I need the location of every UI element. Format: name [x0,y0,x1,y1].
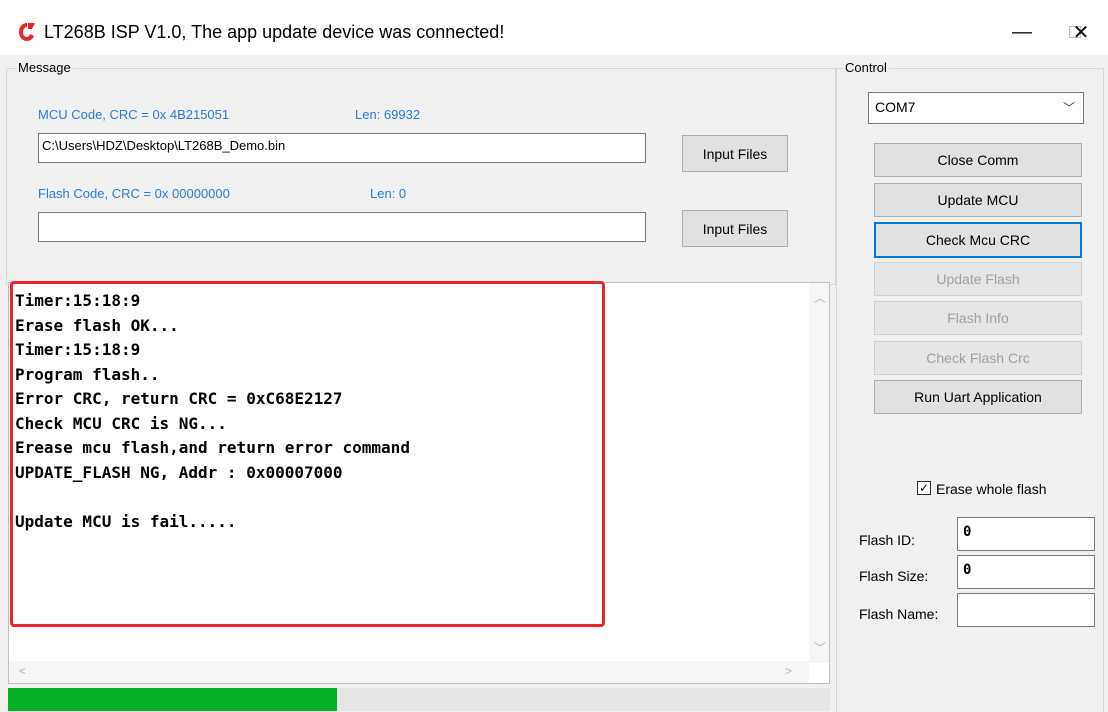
flash-name-label: Flash Name: [859,606,939,622]
scroll-down-icon[interactable]: ﹀ [814,639,826,656]
close-button[interactable]: ✕ [1058,14,1104,50]
flash-size-field[interactable]: 0 [957,555,1095,589]
mcu-file-path-input[interactable]: C:\Users\HDZ\Desktop\LT268B_Demo.bin [38,133,646,163]
window-title: LT268B ISP V1.0, The app update device w… [44,22,505,42]
erase-whole-flash-checkbox[interactable]: ✓ [917,481,931,495]
mcu-crc-label: MCU Code, CRC = 0x 4B215051 [38,107,230,122]
check-flash-crc-button[interactable]: Check Flash Crc [874,341,1082,375]
flash-name-field[interactable] [957,593,1095,627]
check-mcu-crc-button[interactable]: Check Mcu CRC [874,222,1082,258]
app-logo-icon [19,23,35,41]
flash-crc-label: Flash Code, CRC = 0x 00000000 [38,186,230,201]
log-horizontal-scrollbar[interactable]: < > [9,661,809,683]
erase-whole-flash-label: Erase whole flash [936,481,1047,497]
update-mcu-button[interactable]: Update MCU [874,183,1082,217]
title-bar: LT268B ISP V1.0, The app update device w… [0,0,1108,55]
scroll-right-icon[interactable]: > [785,664,792,678]
close-comm-button[interactable]: Close Comm [874,143,1082,177]
highlight-annotation-box [10,281,605,627]
flash-info-button[interactable]: Flash Info [874,301,1082,335]
mcu-len-label: Len: 69932 [355,107,421,122]
flash-id-label: Flash ID: [859,532,916,548]
progress-bar [8,688,830,711]
log-vertical-scrollbar[interactable]: ︿ ﹀ [809,283,829,663]
scroll-up-icon[interactable]: ︿ [814,289,826,306]
scroll-left-icon[interactable]: < [19,664,26,678]
progress-bar-fill [8,688,337,711]
control-group-label: Control [843,60,889,75]
com-port-value: COM7 [875,99,916,115]
flash-len-label: Len: 0 [370,186,407,201]
flash-size-label: Flash Size: [859,568,929,584]
mcu-input-files-button[interactable]: Input Files [682,135,788,172]
flash-file-path-input[interactable] [38,212,646,242]
update-flash-button[interactable]: Update Flash [874,262,1082,296]
flash-id-field[interactable]: 0 [957,517,1095,551]
message-group [6,68,836,285]
run-uart-application-button[interactable]: Run Uart Application [874,380,1082,414]
flash-input-files-button[interactable]: Input Files [682,210,788,247]
message-group-label: Message [16,60,73,75]
com-port-select[interactable]: COM7 ﹀ [868,92,1084,124]
chevron-down-icon[interactable]: ﹀ [1063,99,1075,116]
minimize-button[interactable]: — [999,14,1045,50]
